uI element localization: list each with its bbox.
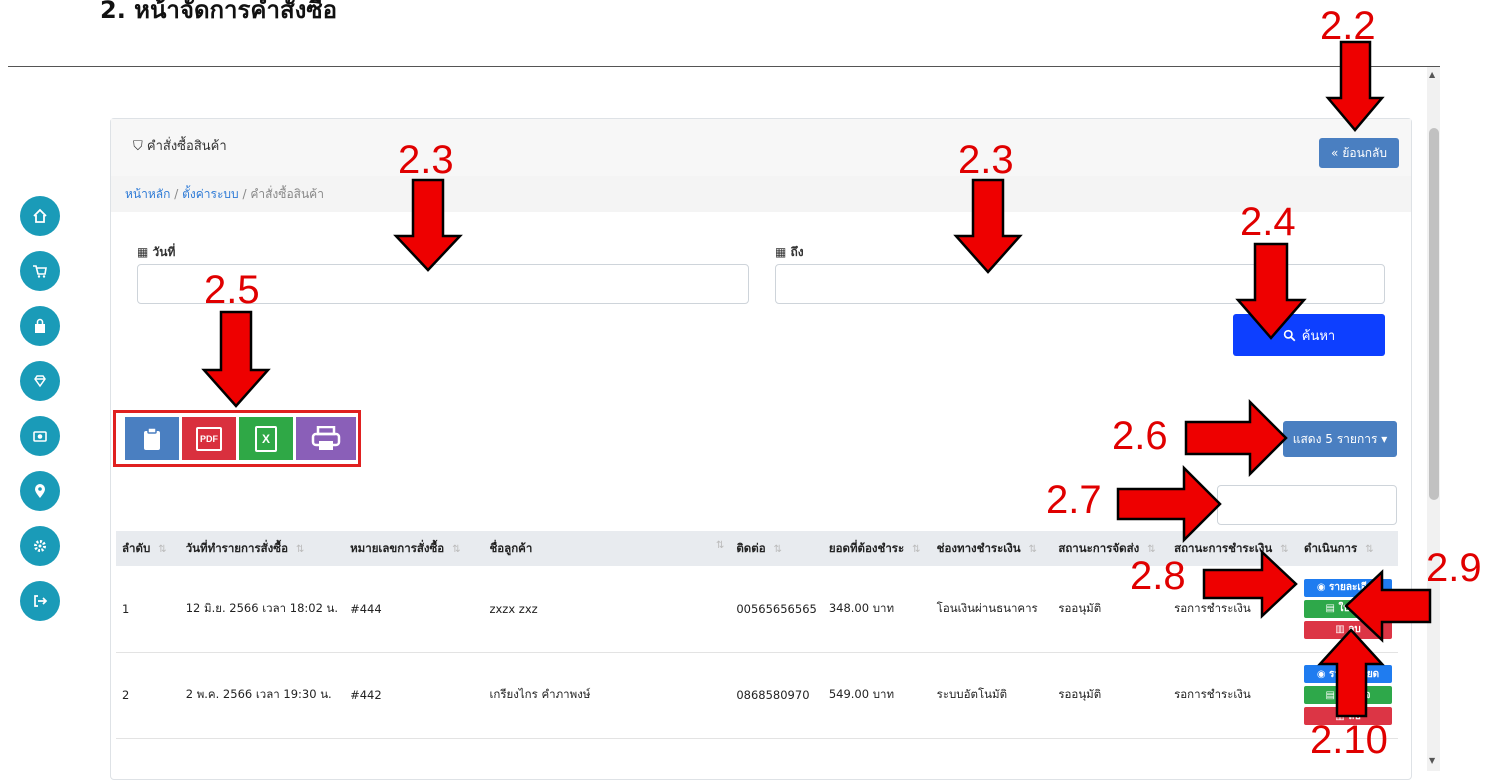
down-arrow [393,178,463,272]
annotation-arrows [201,40,1432,718]
right-arrow [1184,398,1288,478]
down-arrow [1325,40,1385,132]
left-arrow [1344,569,1432,643]
down-arrow [1235,242,1307,340]
up-arrow [1317,628,1385,718]
down-arrow [953,178,1023,274]
right-arrow [1116,464,1222,544]
down-arrow [201,310,271,408]
right-arrow [1202,549,1298,619]
